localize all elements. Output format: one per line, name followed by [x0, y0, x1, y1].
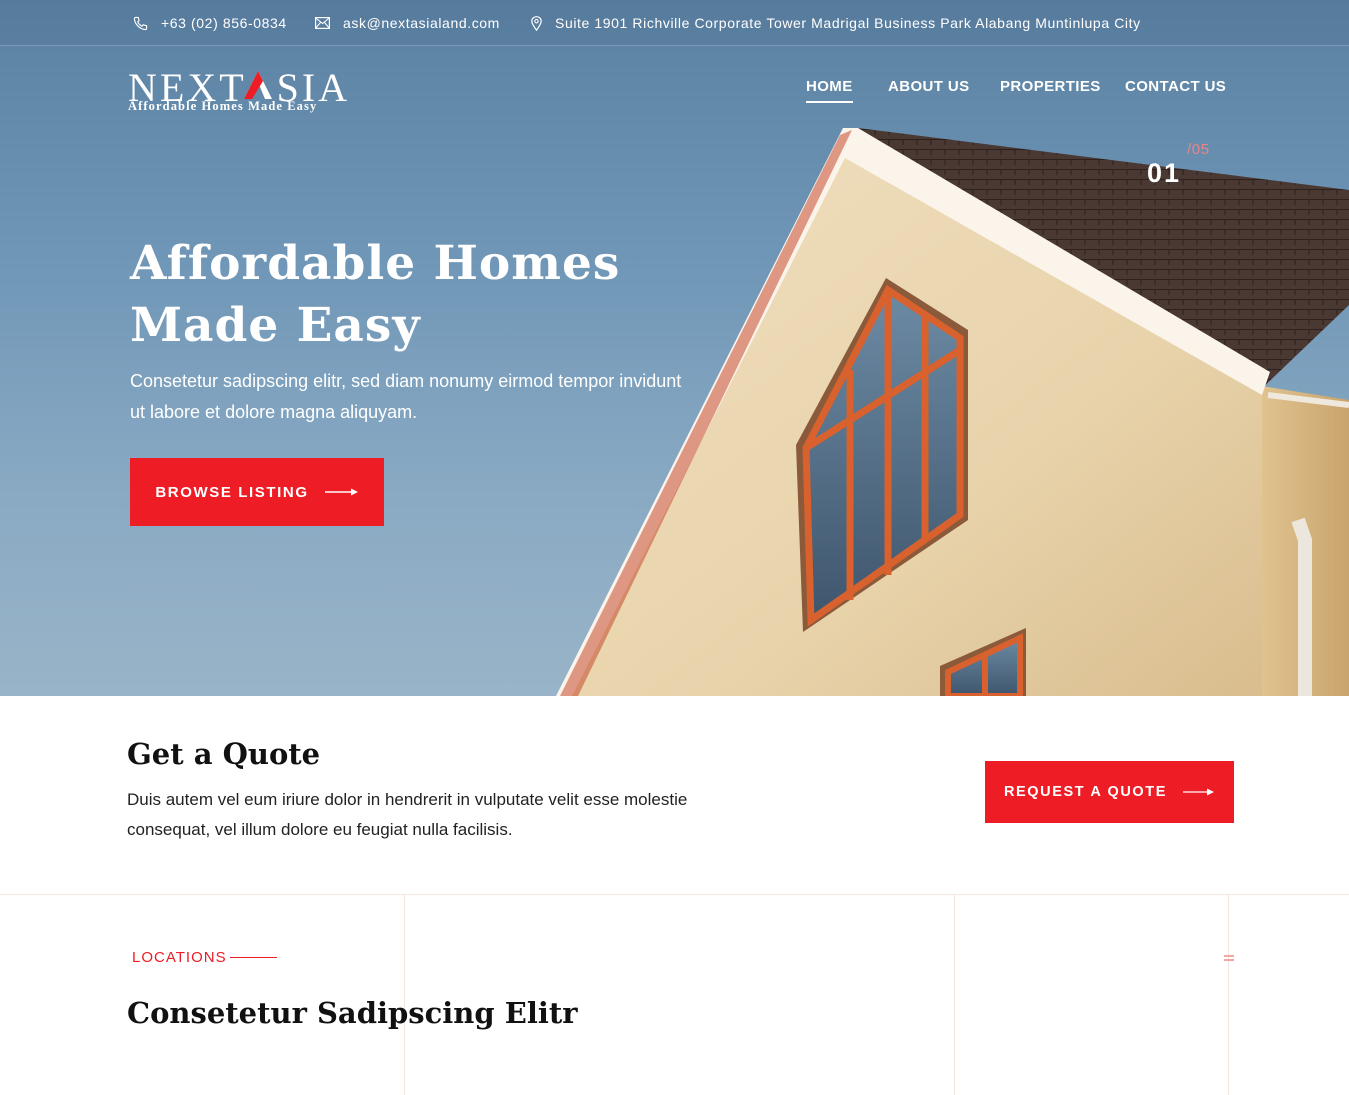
hero-subtitle: Consetetur sadipscing elitr, sed diam no…: [130, 371, 682, 422]
nav-item-home[interactable]: HOME: [806, 78, 853, 103]
browse-listing-button[interactable]: BROWSE LISTING: [130, 458, 384, 526]
slide-current: 01: [1147, 158, 1182, 188]
request-quote-label: REQUEST A QUOTE: [1003, 784, 1168, 800]
address-text: Suite 1901 Richville Corporate Tower Mad…: [555, 15, 1141, 31]
location-pin-icon: [531, 15, 542, 31]
locations-label-line: [230, 957, 277, 958]
main-nav: HOME ABOUT US PROPERTIES CONTACT US: [0, 78, 1349, 108]
topbar-phone[interactable]: +63 (02) 856-0834: [133, 0, 287, 46]
request-quote-button[interactable]: REQUEST A QUOTE: [985, 761, 1234, 823]
grid-line: [1228, 895, 1229, 1095]
grid-line: [404, 895, 405, 1095]
topbar-email[interactable]: ask@nextasialand.com: [315, 0, 500, 46]
browse-listing-label: BROWSE LISTING: [155, 483, 309, 501]
section-divider: [0, 894, 1349, 895]
topbar-address: Suite 1901 Richville Corporate Tower Mad…: [531, 0, 1141, 46]
locations-label: LOCATIONS: [132, 949, 227, 966]
phone-number: +63 (02) 856-0834: [161, 15, 287, 31]
nav-item-contact-us[interactable]: CONTACT US: [1125, 78, 1226, 101]
nav-item-about-us[interactable]: ABOUT US: [888, 78, 970, 101]
email-address: ask@nextasialand.com: [343, 15, 500, 31]
arrow-right-icon: [1183, 788, 1215, 796]
mail-icon: [315, 17, 330, 29]
quote-text: Duis autem vel eum iriure dolor in hendr…: [127, 790, 688, 839]
arrow-right-icon: [324, 488, 358, 496]
nav-item-properties[interactable]: PROPERTIES: [1000, 78, 1101, 101]
grid-line: [954, 895, 955, 1095]
phone-icon: [133, 16, 148, 30]
slide-total: /05: [1187, 141, 1210, 158]
contact-topbar: +63 (02) 856-0834 ask@nextasialand.com S…: [0, 0, 1349, 46]
slider-nav-icon[interactable]: [1224, 955, 1234, 963]
hero-title: Affordable Homes Made Easy: [130, 236, 621, 353]
locations-title: Consetetur Sadipscing Elitr: [127, 996, 578, 1030]
hero-section: +63 (02) 856-0834 ask@nextasialand.com S…: [0, 0, 1349, 696]
quote-title: Get a Quote: [127, 737, 321, 771]
